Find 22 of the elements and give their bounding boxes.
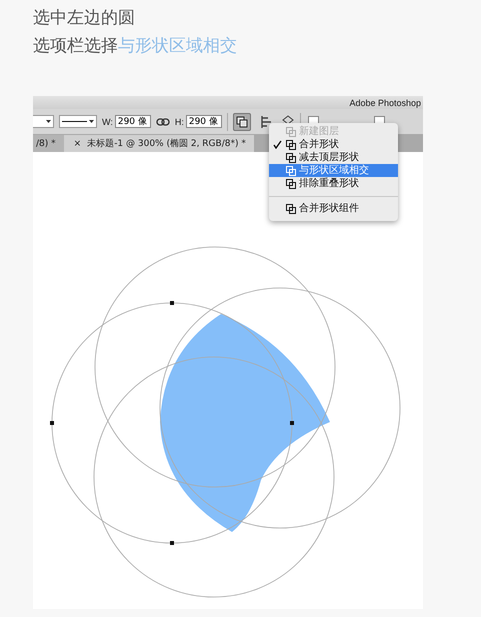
path-operations-button[interactable] xyxy=(232,112,251,130)
menu-item[interactable]: 合并形状 xyxy=(269,138,398,151)
stroke-dropdown[interactable] xyxy=(59,115,97,128)
shape-operation-icon xyxy=(286,204,296,214)
width-field[interactable]: 290 像 xyxy=(114,115,151,128)
app-title: Adobe Photoshop xyxy=(349,98,421,108)
width-label: W: xyxy=(102,116,113,126)
height-field[interactable]: 290 像 xyxy=(186,115,222,128)
menu-item[interactable]: 排除重叠形状 xyxy=(269,177,398,190)
height-label: H: xyxy=(174,116,184,126)
instruction-text: 选项栏选择与形状区域相交 xyxy=(33,36,238,56)
menu-item[interactable]: 与形状区域相交 xyxy=(269,164,398,177)
fill-dropdown[interactable] xyxy=(33,115,54,128)
menu-item[interactable]: 减去顶层形状 xyxy=(269,151,398,164)
document-tab[interactable]: /8) * xyxy=(33,135,64,152)
menu-item[interactable]: 合并形状组件 xyxy=(269,196,398,215)
document-tab[interactable]: × 未标题-1 @ 300% (椭圆 2, RGB/8*) * xyxy=(64,135,254,152)
link-icon[interactable] xyxy=(156,118,170,126)
caret-icon xyxy=(46,120,51,123)
caret-icon xyxy=(89,120,94,123)
align-icon[interactable] xyxy=(260,114,272,128)
instruction-text: 选中左边的圆 xyxy=(33,8,136,28)
